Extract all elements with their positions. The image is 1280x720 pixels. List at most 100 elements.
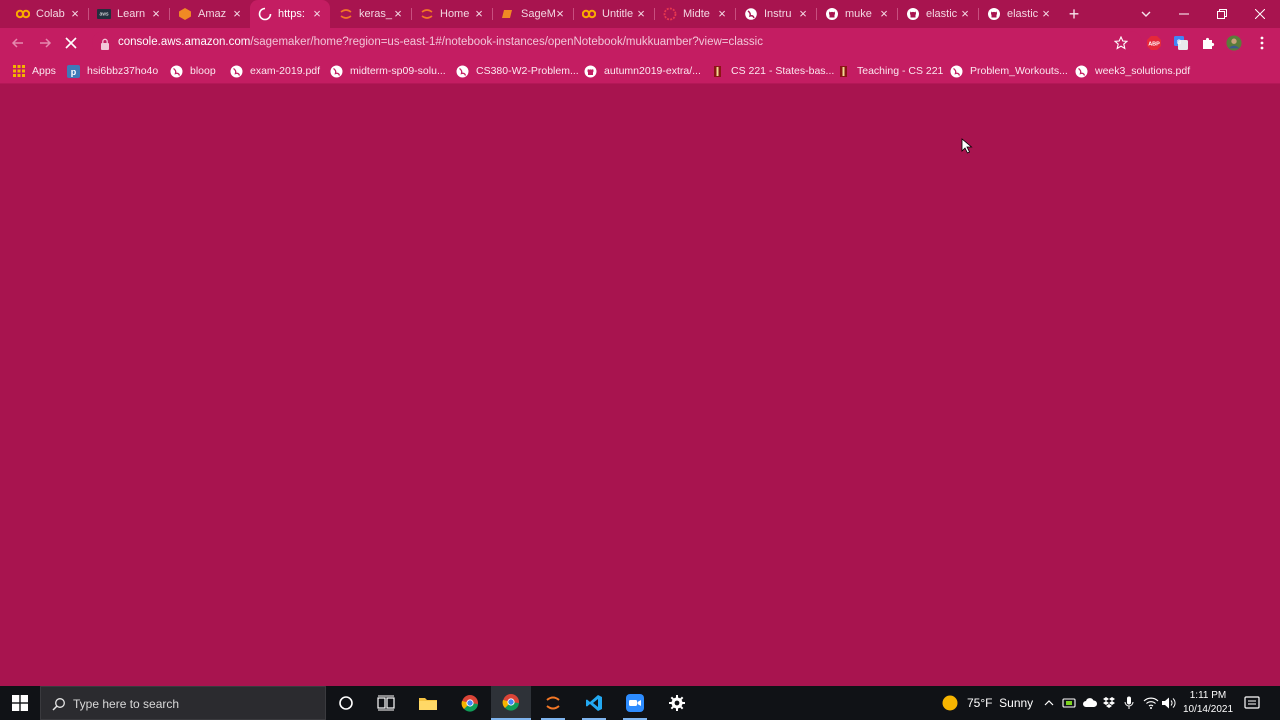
- adblock-plus-icon[interactable]: ABP: [1146, 35, 1162, 51]
- bookmark-label: CS 221 - States-bas...: [731, 65, 835, 77]
- close-tab-icon[interactable]: ×: [1039, 7, 1053, 21]
- close-tab-icon[interactable]: ×: [68, 7, 82, 21]
- weather-widget[interactable]: 75°F Sunny: [941, 686, 1033, 720]
- windows-start-icon[interactable]: [0, 686, 40, 720]
- close-tab-icon[interactable]: ×: [149, 7, 163, 21]
- stop-loading-icon[interactable]: [62, 34, 80, 52]
- bookmark-label: exam-2019.pdf: [250, 65, 321, 77]
- close-tab-icon[interactable]: ×: [310, 7, 324, 21]
- svg-text:ABP: ABP: [1148, 42, 1160, 48]
- tab-colab[interactable]: Colab ×: [8, 0, 89, 28]
- close-tab-icon[interactable]: ×: [877, 7, 891, 21]
- tab-aws-learn[interactable]: aws Learn ×: [89, 0, 170, 28]
- volume-icon[interactable]: [1161, 686, 1177, 720]
- chrome-icon[interactable]: [450, 686, 490, 720]
- close-tab-icon[interactable]: ×: [958, 7, 972, 21]
- close-tab-icon[interactable]: ×: [230, 7, 244, 21]
- close-tab-icon[interactable]: ×: [472, 7, 486, 21]
- close-window-button[interactable]: [1241, 0, 1279, 28]
- tab-title: muke: [845, 8, 872, 20]
- restore-button[interactable]: [1203, 0, 1241, 28]
- jupyter-app-icon[interactable]: [533, 686, 573, 720]
- jupyter-icon: [339, 7, 353, 21]
- tab-sagemaker[interactable]: SageM ×: [493, 0, 574, 28]
- bookmark-cs380[interactable]: CS380-W2-Problem...: [456, 63, 579, 79]
- task-view-icon[interactable]: [366, 686, 406, 720]
- tab-title: https:: [278, 8, 305, 20]
- dropbox-icon[interactable]: [1102, 686, 1116, 720]
- forward-arrow-icon[interactable]: [36, 34, 54, 52]
- tray-app-icon[interactable]: [1062, 686, 1076, 720]
- profile-avatar[interactable]: [1226, 35, 1242, 51]
- search-icon: [52, 697, 66, 711]
- chrome-active-window-icon[interactable]: [491, 686, 531, 720]
- colab-icon: [16, 7, 30, 21]
- search-placeholder: Type here to search: [73, 697, 180, 711]
- globe-icon: [1075, 65, 1088, 78]
- svg-text:aws: aws: [100, 12, 109, 18]
- tab-untitled-colab[interactable]: Untitle ×: [574, 0, 655, 28]
- back-arrow-icon[interactable]: [9, 34, 27, 52]
- close-tab-icon[interactable]: ×: [796, 7, 810, 21]
- bookmark-apps[interactable]: Apps: [12, 63, 56, 79]
- bookmark-star-icon[interactable]: [1113, 35, 1129, 50]
- tab-github-elastic-2[interactable]: elastic ×: [979, 0, 1059, 28]
- jupyter-icon: [420, 7, 434, 21]
- minimize-button[interactable]: [1165, 0, 1203, 28]
- extensions-puzzle-icon[interactable]: [1200, 35, 1216, 51]
- settings-gear-icon[interactable]: [657, 686, 697, 720]
- tab-amazon[interactable]: Amaz ×: [170, 0, 250, 28]
- tab-search-chevron-icon[interactable]: [1138, 6, 1154, 22]
- taskbar-search-input[interactable]: Type here to search: [40, 686, 326, 720]
- globe-icon: [950, 65, 963, 78]
- lock-icon: [100, 37, 110, 50]
- more-menu-icon[interactable]: [1254, 35, 1270, 51]
- new-tab-button[interactable]: +: [1064, 4, 1084, 24]
- bookmark-cs221-states[interactable]: CS 221 - States-bas...: [711, 63, 834, 79]
- bookmark-problem-workouts[interactable]: Problem_Workouts...: [950, 63, 1068, 79]
- bookmark-bloop[interactable]: bloop: [170, 63, 216, 79]
- notification-center-icon[interactable]: [1244, 695, 1260, 711]
- stanford-icon: [711, 65, 724, 78]
- tab-title: Amaz: [198, 8, 227, 20]
- tab-title: Untitle: [602, 8, 634, 20]
- tab-github-muke[interactable]: muke ×: [817, 0, 898, 28]
- tab-title: Instru: [764, 8, 792, 20]
- show-hidden-icons-chevron[interactable]: [1043, 686, 1055, 720]
- tab-loading-active[interactable]: https: ×: [250, 0, 330, 28]
- bookmark-exam-2019[interactable]: exam-2019.pdf: [230, 63, 320, 79]
- cortana-icon[interactable]: [326, 686, 366, 720]
- vscode-icon[interactable]: [574, 686, 614, 720]
- tab-keras[interactable]: keras_ ×: [331, 0, 412, 28]
- github-icon: [825, 7, 839, 21]
- wifi-icon[interactable]: [1143, 686, 1159, 720]
- close-tab-icon[interactable]: ×: [715, 7, 729, 21]
- bookmark-piazza[interactable]: p hsi6bbz37ho4o: [67, 63, 158, 79]
- tab-instructions[interactable]: Instru ×: [736, 0, 817, 28]
- tab-title: Colab: [36, 8, 65, 20]
- close-tab-icon[interactable]: ×: [553, 7, 567, 21]
- system-clock[interactable]: 1:11 PM 10/14/2021: [1176, 689, 1240, 717]
- onedrive-cloud-icon[interactable]: [1082, 686, 1098, 720]
- globe-icon: [456, 65, 469, 78]
- google-translate-icon[interactable]: G: [1173, 35, 1189, 51]
- file-explorer-icon[interactable]: [408, 686, 448, 720]
- zoom-icon[interactable]: [615, 686, 655, 720]
- bookmark-autumn2019[interactable]: autumn2019-extra/...: [584, 63, 701, 79]
- github-icon: [584, 65, 597, 78]
- github-icon: [987, 7, 1001, 21]
- tab-github-elastic-1[interactable]: elastic ×: [898, 0, 979, 28]
- url-path: /sagemaker/home?region=us-east-1#/notebo…: [250, 36, 763, 48]
- tab-midterm[interactable]: Midte ×: [655, 0, 736, 28]
- close-tab-icon[interactable]: ×: [391, 7, 405, 21]
- bookmark-week3-solutions[interactable]: week3_solutions.pdf: [1075, 63, 1190, 79]
- sagemaker-icon: [178, 7, 192, 21]
- close-tab-icon[interactable]: ×: [634, 7, 648, 21]
- address-bar[interactable]: console.aws.amazon.com/sagemaker/home?re…: [92, 31, 1142, 55]
- tab-home[interactable]: Home ×: [412, 0, 493, 28]
- microphone-icon[interactable]: [1124, 686, 1134, 720]
- bookmark-teaching-cs221[interactable]: Teaching - CS 221: [837, 63, 943, 79]
- tab-title: SageM: [521, 8, 555, 20]
- bookmark-midterm-sp09[interactable]: midterm-sp09-solu...: [330, 63, 446, 79]
- colab-icon: [582, 7, 596, 21]
